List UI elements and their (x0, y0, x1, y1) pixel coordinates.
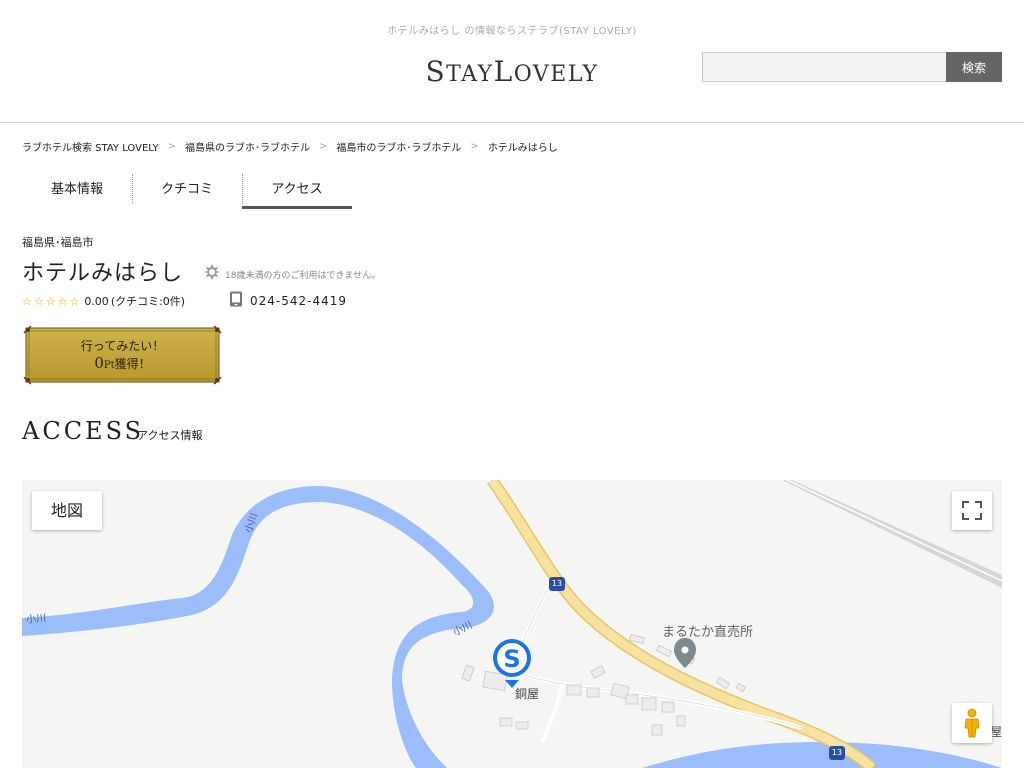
svg-text:S: S (503, 645, 520, 673)
tab-basic-info[interactable]: 基本情報 (22, 174, 132, 209)
route-shield: 13 (829, 746, 845, 760)
map-canvas[interactable]: S (22, 480, 1002, 768)
hotel-name: ホテルみはらし (22, 261, 184, 286)
site-tagline: ホテルみはらし の情報ならステラブ(STAY LOVELY) (387, 26, 637, 37)
access-heading: ACCESS (22, 417, 145, 445)
site-header: ホテルみはらし の情報ならステラブ(STAY LOVELY) STAYLOVEL… (0, 0, 1024, 123)
hotel-location: 福島県･福島市 (22, 236, 94, 249)
tab-access[interactable]: アクセス (242, 174, 352, 209)
phone-icon (230, 291, 242, 307)
map-type-button[interactable]: 地図 (32, 491, 102, 530)
rating-row: ☆☆☆☆☆ 0.00 (クチコミ:0件) (22, 293, 185, 309)
access-subheading: アクセス情報 (137, 429, 203, 442)
place-label: 銅屋 (515, 687, 540, 701)
breadcrumb-separator: > (470, 141, 479, 152)
breadcrumb-separator: > (167, 141, 177, 152)
poi-label[interactable]: まるたか直売所 (662, 621, 753, 640)
hotel-tabs: 基本情報 クチコミ アクセス (22, 174, 352, 209)
fullscreen-button[interactable] (952, 491, 992, 530)
breadcrumb-separator: > (319, 141, 328, 152)
rating-score: 0.00 (84, 294, 109, 308)
rating-stars: ☆☆☆☆☆ (22, 294, 82, 308)
breadcrumb-current: ホテルみはらし (487, 143, 558, 154)
search-input[interactable] (702, 52, 947, 82)
breadcrumb-city[interactable]: 福島市のラブホ･ラブホテル (336, 139, 461, 154)
age-restriction-icon (204, 264, 220, 280)
breadcrumb-home[interactable]: ラブホテル検索 STAY LOVELY (22, 139, 159, 154)
hotel-phone[interactable]: 024-542-4419 (250, 294, 347, 308)
breadcrumb-prefecture[interactable]: 福島県のラブホ･ラブホテル (185, 139, 310, 154)
want-to-go-button[interactable]: 行ってみたい！ 0Pt獲得！ (23, 325, 222, 385)
review-count[interactable]: (クチコミ:0件) (111, 293, 185, 309)
search-button[interactable]: 検索 (946, 52, 1002, 82)
fullscreen-icon (962, 501, 982, 520)
breadcrumb: ラブホテル検索 STAY LOVELY > 福島県のラブホ･ラブホテル > 福島… (22, 139, 558, 154)
want-to-go-label: 行ってみたい！ 0Pt獲得！ (80, 339, 165, 372)
river-label: 小川 (25, 613, 47, 626)
pegman-icon (964, 708, 980, 738)
age-restriction-note: 18歳未満の方のご利用はできません。 (225, 271, 381, 281)
route-shield: 13 (549, 577, 565, 591)
street-view-button[interactable] (952, 703, 992, 743)
tab-reviews[interactable]: クチコミ (132, 174, 242, 209)
google-map[interactable]: S 小川 小川 小川 13 13 まるたか直売所 銅屋 屋 地図 (22, 480, 1002, 768)
